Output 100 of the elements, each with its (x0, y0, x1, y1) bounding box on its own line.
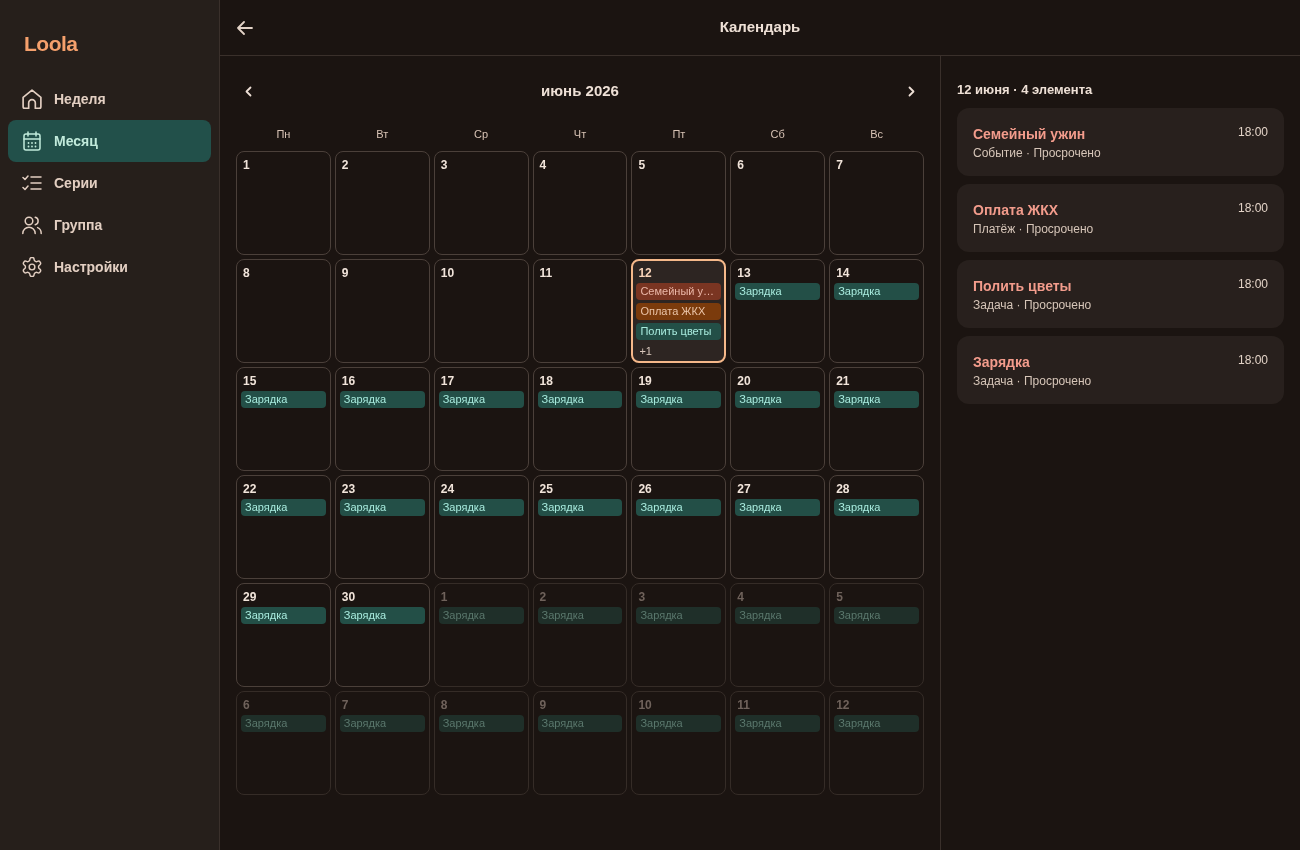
day-cell[interactable]: 3 (433, 151, 529, 255)
day-cell[interactable]: 13 Зарядка (730, 259, 826, 363)
day-number: 14 (836, 265, 850, 281)
day-cell[interactable]: 1 (236, 151, 331, 255)
event-meta: Событие · Просрочено (973, 145, 1101, 161)
event-chip[interactable]: Семейный у… (636, 283, 722, 300)
day-cell[interactable]: 20 Зарядка (730, 367, 826, 471)
chevron-left-icon (244, 85, 252, 97)
day-number: 28 (836, 481, 850, 497)
day-cell[interactable]: 28 Зарядка (829, 475, 924, 579)
day-number: 25 (539, 481, 553, 497)
day-cell[interactable]: 23 Зарядка (334, 475, 430, 579)
day-number: 18 (539, 373, 553, 389)
day-cell[interactable]: 15 Зарядка (236, 367, 331, 471)
day-cell[interactable]: 6 (730, 151, 826, 255)
event-chip[interactable]: Зарядка (438, 391, 524, 408)
day-cell[interactable]: 18 Зарядка (532, 367, 628, 471)
event-chip[interactable]: Зарядка (735, 391, 821, 408)
agenda-card[interactable]: Оплата ЖКХ Платёж · Просрочено 18:00 (957, 184, 1284, 252)
agenda-card[interactable]: Полить цветы Задача · Просрочено 18:00 (957, 260, 1284, 328)
event-chip[interactable]: Зарядка (339, 607, 425, 624)
day-number: 5 (836, 589, 843, 605)
day-number: 2 (341, 157, 349, 173)
event-meta: Задача · Просрочено (973, 297, 1092, 313)
day-cell[interactable]: 8 (236, 259, 331, 363)
day-cell[interactable]: 29 Зарядка (236, 583, 331, 687)
day-cell[interactable]: 24 Зарядка (433, 475, 529, 579)
event-chip[interactable]: Зарядка (241, 391, 326, 408)
day-number: 26 (638, 481, 652, 497)
nav-item[interactable]: Неделя (8, 78, 211, 120)
event-chip[interactable]: Зарядка (537, 499, 623, 516)
day-number: 2 (539, 589, 547, 605)
agenda-card[interactable]: Семейный ужин Событие · Просрочено 18:00 (957, 108, 1284, 176)
event-chip[interactable]: Зарядка (438, 499, 524, 516)
day-number: 10 (638, 697, 652, 713)
more-events-count[interactable]: +1 (639, 344, 652, 358)
day-cell[interactable]: 17 Зарядка (433, 367, 529, 471)
day-cell[interactable]: 19 Зарядка (631, 367, 727, 471)
event-chip[interactable]: Зарядка (339, 391, 425, 408)
nav-item[interactable]: Настройки (8, 246, 211, 288)
event-chip[interactable]: Зарядка (735, 499, 821, 516)
day-cell[interactable]: 30 Зарядка (334, 583, 430, 687)
day-cell[interactable]: 5 (631, 151, 727, 255)
day-cell[interactable]: 11 (532, 259, 628, 363)
day-cell[interactable]: 21 Зарядка (829, 367, 924, 471)
weekday-label: Вс (870, 126, 883, 142)
event-chip[interactable]: Зарядка (537, 391, 623, 408)
day-cell[interactable]: 27 Зарядка (730, 475, 826, 579)
agenda-heading: 12 июня · 4 элемента (957, 81, 1093, 99)
back-button[interactable] (236, 18, 254, 37)
day-cell[interactable]: 14 Зарядка (829, 259, 924, 363)
event-time: 18:00 (1237, 352, 1268, 368)
chevron-right-icon (908, 85, 916, 97)
event-chip[interactable]: Зарядка (241, 499, 326, 516)
event-chip[interactable]: Зарядка (834, 499, 919, 516)
event-chip[interactable]: Зарядка (636, 391, 722, 408)
day-number: 15 (243, 373, 257, 389)
weekday-label: Вт (376, 126, 389, 142)
nav-item[interactable]: Группа (8, 204, 211, 246)
day-cell[interactable]: 12 Семейный у… Оплата ЖКХ Полить цветы +1 (631, 259, 727, 363)
event-chip[interactable]: Зарядка (735, 283, 821, 300)
page-title: Календарь (719, 17, 801, 38)
day-cell[interactable]: 9 (334, 259, 430, 363)
day-number: 8 (440, 697, 448, 713)
day-number: 24 (440, 481, 455, 497)
day-number: 11 (737, 697, 750, 713)
day-number: 16 (341, 373, 356, 389)
checklist-icon (22, 173, 42, 193)
day-cell[interactable]: 7 (829, 151, 924, 255)
day-number: 21 (836, 373, 850, 389)
event-title: Семейный ужин (973, 125, 1086, 144)
weekday-label: Чт (573, 126, 587, 142)
nav-item[interactable]: Серии (8, 162, 211, 204)
agenda-card[interactable]: Зарядка Задача · Просрочено 18:00 (957, 336, 1284, 404)
event-time: 18:00 (1237, 200, 1268, 216)
month-label: июнь 2026 (541, 80, 619, 101)
day-number: 12 (638, 265, 652, 281)
day-number: 3 (440, 157, 448, 173)
day-cell[interactable]: 10 (433, 259, 529, 363)
day-cell[interactable]: 16 Зарядка (334, 367, 430, 471)
event-chip[interactable]: Зарядка (241, 607, 326, 624)
weekday-label: Ср (474, 126, 489, 142)
event-chip[interactable]: Зарядка (339, 499, 425, 516)
event-time: 18:00 (1237, 276, 1268, 292)
day-cell[interactable]: 22 Зарядка (236, 475, 331, 579)
day-number: 20 (737, 373, 751, 389)
day-cell[interactable]: 2 (334, 151, 430, 255)
day-cell[interactable]: 25 Зарядка (532, 475, 628, 579)
event-chip[interactable]: Зарядка (834, 391, 919, 408)
event-chip[interactable]: Полить цветы (636, 323, 722, 340)
day-number: 13 (737, 265, 751, 281)
day-cell[interactable]: 4 (532, 151, 628, 255)
nav-item[interactable]: Месяц (8, 120, 211, 162)
event-title: Зарядка (973, 353, 1030, 372)
day-number: 10 (440, 265, 455, 281)
day-number: 12 (836, 697, 850, 713)
event-chip[interactable]: Зарядка (834, 283, 919, 300)
day-cell[interactable]: 26 Зарядка (631, 475, 727, 579)
event-chip[interactable]: Зарядка (636, 499, 722, 516)
event-chip[interactable]: Оплата ЖКХ (636, 303, 722, 320)
